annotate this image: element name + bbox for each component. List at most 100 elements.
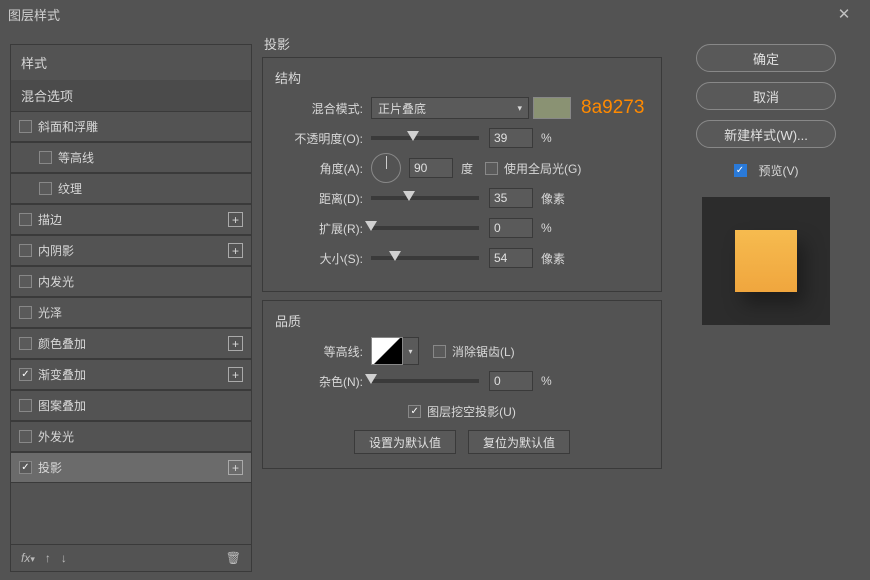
preview-thumbnail [702,197,830,325]
blending-options[interactable]: 混合选项 [11,80,251,111]
opacity-unit: % [541,131,552,145]
window-title: 图层样式 [8,5,60,24]
style-label: 描边 [38,211,62,228]
size-slider[interactable] [371,256,479,260]
global-light-label: 使用全局光(G) [504,160,581,177]
contour-swatch[interactable] [371,337,403,365]
angle-unit: 度 [461,160,473,177]
plus-icon[interactable]: + [228,243,243,258]
style-label: 纹理 [58,180,82,197]
new-style-button[interactable]: 新建样式(W)... [696,120,836,148]
global-light-checkbox[interactable] [485,162,498,175]
style-item-7[interactable]: 颜色叠加 + [11,328,251,359]
style-item-1[interactable]: 等高线 [11,142,251,173]
chevron-down-icon: ▾ [517,103,522,114]
cancel-button[interactable]: 取消 [696,82,836,110]
reset-default-button[interactable]: 复位为默认值 [468,430,570,454]
style-item-10[interactable]: 外发光 [11,421,251,452]
style-label: 外发光 [38,428,74,445]
plus-icon[interactable]: + [228,336,243,351]
knockout-label: 图层挖空投影(U) [427,403,516,420]
noise-unit: % [541,374,552,388]
trash-icon[interactable]: 🗑 [226,551,241,565]
style-label: 斜面和浮雕 [38,118,98,135]
effect-title: 投影 [264,34,662,53]
style-checkbox[interactable] [19,430,32,443]
angle-input[interactable] [409,158,453,178]
style-label: 等高线 [58,149,94,166]
size-unit: 像素 [541,250,565,267]
preview-label: 预览(V) [759,162,799,179]
style-item-6[interactable]: 光泽 [11,297,251,328]
spread-input[interactable] [489,218,533,238]
angle-dial[interactable] [371,153,401,183]
blend-mode-label: 混合模式: [273,100,363,117]
style-label: 渐变叠加 [38,366,86,383]
angle-label: 角度(A): [273,160,363,177]
shadow-color-swatch[interactable] [533,97,571,119]
structure-heading: 结构 [275,68,651,87]
color-hex-annotation: 8a9273 [581,97,644,119]
arrow-down-icon[interactable]: ↓ [61,551,67,565]
noise-label: 杂色(N): [273,373,363,390]
style-item-9[interactable]: 图案叠加 [11,390,251,421]
noise-slider[interactable] [371,379,479,383]
preview-checkbox[interactable] [734,164,747,177]
style-checkbox[interactable] [19,399,32,412]
fx-icon[interactable]: fx▾ [21,551,35,565]
style-checkbox[interactable] [19,244,32,257]
spread-label: 扩展(R): [273,220,363,237]
ok-button[interactable]: 确定 [696,44,836,72]
style-item-0[interactable]: 斜面和浮雕 [11,111,251,142]
distance-label: 距离(D): [273,190,363,207]
style-checkbox[interactable] [19,120,32,133]
style-label: 颜色叠加 [38,335,86,352]
plus-icon[interactable]: + [228,460,243,475]
quality-heading: 品质 [275,311,651,330]
style-item-11[interactable]: 投影 + [11,452,251,483]
plus-icon[interactable]: + [228,367,243,382]
style-item-2[interactable]: 纹理 [11,173,251,204]
size-input[interactable] [489,248,533,268]
antialias-label: 消除锯齿(L) [452,343,515,360]
style-item-8[interactable]: 渐变叠加 + [11,359,251,390]
opacity-slider[interactable] [371,136,479,140]
quality-group: 品质 等高线: ▾ 消除锯齿(L) 杂色(N): % 图层挖空投影(U) [262,300,662,469]
distance-input[interactable] [489,188,533,208]
distance-unit: 像素 [541,190,565,207]
knockout-checkbox[interactable] [408,405,421,418]
spread-unit: % [541,221,552,235]
style-label: 内发光 [38,273,74,290]
close-icon[interactable]: ✕ [826,0,862,28]
style-label: 图案叠加 [38,397,86,414]
style-label: 投影 [38,459,62,476]
preview-square [735,230,797,292]
style-checkbox[interactable] [19,306,32,319]
set-default-button[interactable]: 设置为默认值 [354,430,456,454]
size-label: 大小(S): [273,250,363,267]
style-item-3[interactable]: 描边 + [11,204,251,235]
spread-slider[interactable] [371,226,479,230]
style-checkbox[interactable] [19,368,32,381]
style-checkbox[interactable] [39,182,52,195]
style-label: 光泽 [38,304,62,321]
structure-group: 结构 混合模式: 正片叠底 ▾ 8a9273 不透明度(O): % 角度(A): [262,57,662,292]
style-checkbox[interactable] [19,337,32,350]
distance-slider[interactable] [371,196,479,200]
style-item-4[interactable]: 内阴影+ [11,235,251,266]
noise-input[interactable] [489,371,533,391]
plus-icon[interactable]: + [228,212,243,227]
style-checkbox[interactable] [19,213,32,226]
contour-label: 等高线: [273,343,363,360]
opacity-label: 不透明度(O): [273,130,363,147]
blend-mode-dropdown[interactable]: 正片叠底 ▾ [371,97,529,119]
contour-dropdown-arrow[interactable]: ▾ [403,337,419,365]
arrow-up-icon[interactable]: ↑ [45,551,51,565]
style-item-5[interactable]: 内发光 [11,266,251,297]
antialias-checkbox[interactable] [433,345,446,358]
style-checkbox[interactable] [19,461,32,474]
styles-header[interactable]: 样式 [11,45,251,80]
style-checkbox[interactable] [19,275,32,288]
style-checkbox[interactable] [39,151,52,164]
opacity-input[interactable] [489,128,533,148]
